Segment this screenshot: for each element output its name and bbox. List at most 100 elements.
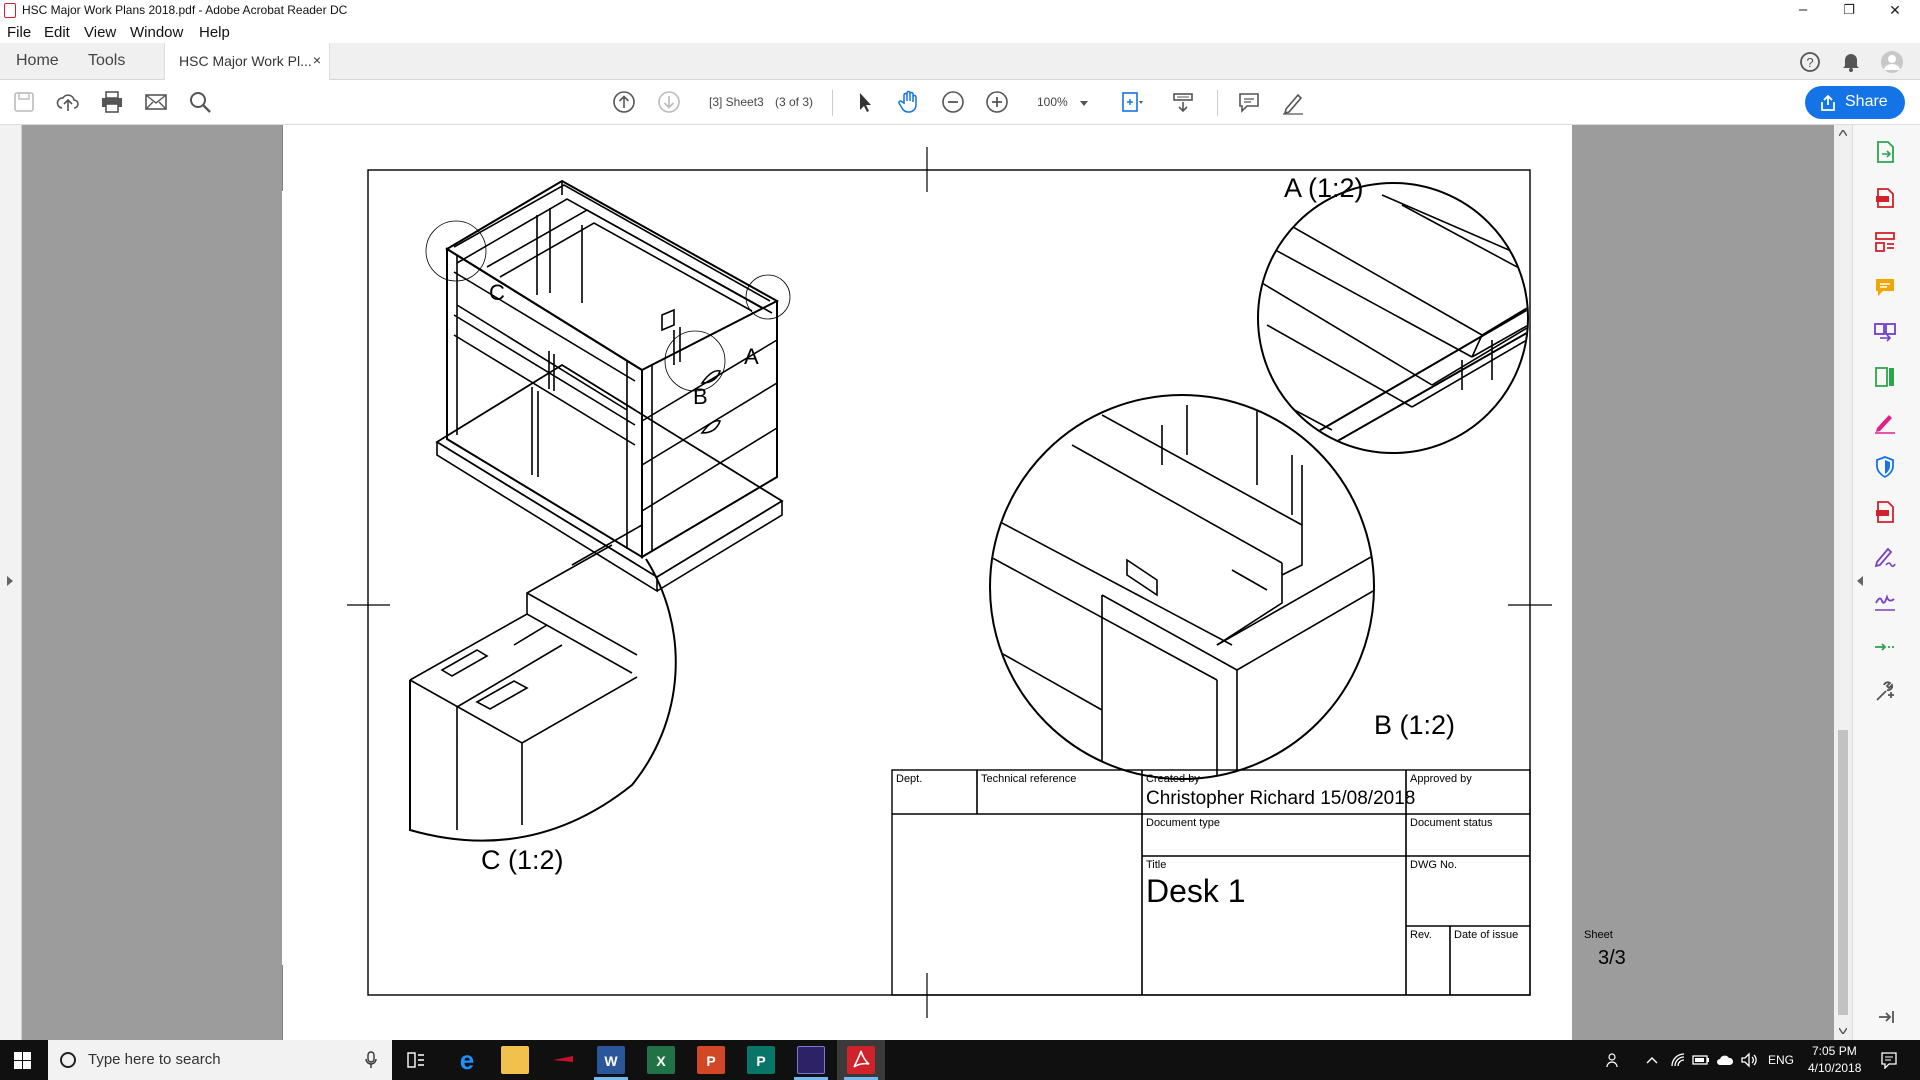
taskbar-search-placeholder: Type here to search [88, 1051, 221, 1068]
people-icon[interactable] [1606, 1052, 1622, 1068]
publisher-app-icon[interactable]: P [747, 1046, 775, 1074]
tab-home[interactable]: Home [16, 52, 59, 70]
certificates-icon[interactable] [1873, 590, 1897, 614]
minimize-button[interactable]: – [1780, 0, 1826, 22]
document-status-label: Document status [1410, 817, 1493, 829]
volume-icon[interactable] [1740, 1052, 1758, 1068]
pdf-page: A (1:2) B (1:2) C (1:2) A B C Dept. Tech… [282, 125, 1626, 1040]
create-pdf-icon[interactable] [1873, 185, 1897, 209]
clock-date[interactable]: 4/10/2018 [1808, 1061, 1861, 1075]
notifications-bell-icon[interactable] [1841, 51, 1861, 73]
svg-text:P: P [756, 1053, 765, 1069]
powerpoint-app-icon[interactable]: P [697, 1046, 725, 1074]
tab-document[interactable]: HSC Major Work Pl... × [164, 43, 330, 80]
callout-a: A [744, 344, 759, 369]
page-number-input[interactable]: [3] Sheet3 [709, 95, 764, 109]
document-type-label: Document type [1146, 817, 1220, 829]
print-icon[interactable] [99, 89, 125, 115]
comment-icon[interactable] [1236, 89, 1262, 115]
file-explorer-icon[interactable] [501, 1046, 529, 1074]
tab-tools[interactable]: Tools [88, 52, 125, 70]
onedrive-cloud-icon[interactable] [1716, 1053, 1734, 1067]
collapse-right-panel-icon[interactable] [1873, 1005, 1897, 1029]
user-avatar-icon[interactable] [1880, 50, 1904, 74]
microphone-icon[interactable] [365, 1051, 377, 1069]
detail-label-a: A (1:2) [1284, 173, 1364, 203]
acrobat-app-icon [4, 3, 16, 18]
detail-label-b: B (1:2) [1374, 710, 1456, 740]
search-icon[interactable] [187, 89, 213, 115]
visual-studio-app-icon[interactable] [797, 1046, 825, 1074]
more-tools-icon[interactable] [1873, 680, 1897, 704]
cloud-upload-icon[interactable] [55, 89, 81, 115]
scroll-mode-icon[interactable] [1170, 89, 1196, 115]
input-language[interactable]: ENG [1768, 1053, 1794, 1067]
taskbar-search-box[interactable]: Type here to search [48, 1040, 392, 1080]
wifi-icon[interactable] [1670, 1052, 1686, 1068]
menu-edit[interactable]: Edit [44, 24, 70, 41]
title-label: Title [1146, 859, 1167, 871]
protect-shield-icon[interactable] [1873, 455, 1897, 479]
select-tool-icon[interactable] [852, 89, 878, 115]
close-button[interactable]: ✕ [1872, 0, 1918, 22]
share-icon [1821, 94, 1835, 111]
toolbar: [3] Sheet3 (3 of 3) 100% [0, 80, 1920, 125]
app-red-icon[interactable] [549, 1046, 577, 1074]
send-for-review-icon[interactable] [1873, 635, 1897, 659]
menu-window[interactable]: Window [130, 24, 183, 41]
svg-text:X: X [656, 1053, 666, 1069]
edge-app-icon[interactable]: e [453, 1045, 481, 1075]
left-panel-collapsed[interactable] [0, 125, 22, 1040]
combine-files-icon[interactable] [1873, 320, 1897, 344]
save-icon[interactable] [11, 89, 37, 115]
zoom-in-icon[interactable] [984, 89, 1010, 115]
menu-file[interactable]: File [7, 24, 31, 41]
document-viewer[interactable]: A (1:2) B (1:2) C (1:2) A B C Dept. Tech… [0, 125, 1920, 1040]
collapse-panel-icon[interactable] [1857, 576, 1863, 586]
menu-bar: File Edit View Window Help [0, 22, 1920, 43]
expand-left-panel-icon[interactable] [7, 576, 13, 586]
word-app-icon[interactable]: W [597, 1046, 625, 1074]
export-pdf-icon[interactable] [1873, 140, 1897, 164]
highlight-pen-icon[interactable] [1280, 89, 1306, 115]
vertical-scrollbar[interactable] [1834, 125, 1852, 1040]
help-icon[interactable]: ? [1799, 51, 1821, 73]
title-bar: HSC Major Work Plans 2018.pdf - Adobe Ac… [0, 0, 1920, 22]
svg-text:e: e [460, 1046, 474, 1074]
next-page-icon[interactable] [656, 89, 682, 115]
restore-button[interactable]: ❐ [1826, 0, 1872, 22]
edit-pdf-icon[interactable] [1873, 365, 1897, 389]
created-by-value: Christopher Richard 15/08/2018 [1146, 788, 1416, 809]
windows-start-icon[interactable] [14, 1052, 31, 1069]
show-hidden-icons-chevron-icon[interactable] [1646, 1056, 1658, 1064]
action-center-icon[interactable] [1880, 1051, 1898, 1069]
menu-view[interactable]: View [84, 24, 116, 41]
zoom-level-select[interactable]: 100% [1037, 95, 1068, 109]
created-by-label: Created by [1146, 773, 1200, 785]
scrollbar-thumb[interactable] [1838, 730, 1848, 1015]
acrobat-reader-app-icon[interactable] [847, 1046, 875, 1074]
excel-app-icon[interactable]: X [647, 1046, 675, 1074]
comment-tool-icon[interactable] [1873, 275, 1897, 299]
close-tab-icon[interactable]: × [313, 52, 321, 68]
task-view-icon[interactable] [407, 1052, 425, 1068]
share-label: Share [1845, 93, 1888, 110]
scroll-down-icon[interactable] [1839, 1028, 1847, 1034]
email-icon[interactable] [143, 89, 169, 115]
fit-page-icon[interactable] [1118, 89, 1144, 115]
zoom-dropdown-chevron-icon[interactable] [1080, 101, 1088, 106]
battery-icon[interactable] [1692, 1053, 1710, 1067]
hand-tool-icon[interactable] [896, 89, 922, 115]
previous-page-icon[interactable] [611, 89, 637, 115]
send-for-signature-icon[interactable] [1873, 545, 1897, 569]
scroll-up-icon[interactable] [1839, 130, 1847, 136]
zoom-out-icon[interactable] [940, 89, 966, 115]
technical-drawing [282, 125, 1552, 1040]
toolbar-divider [832, 90, 833, 116]
clock-time[interactable]: 7:05 PM [1812, 1044, 1857, 1058]
menu-help[interactable]: Help [199, 24, 230, 41]
fill-and-sign-icon[interactable] [1873, 410, 1897, 434]
share-button[interactable]: Share [1805, 86, 1905, 119]
optimize-pdf-icon[interactable] [1873, 500, 1897, 524]
organize-pages-icon[interactable] [1873, 230, 1897, 254]
